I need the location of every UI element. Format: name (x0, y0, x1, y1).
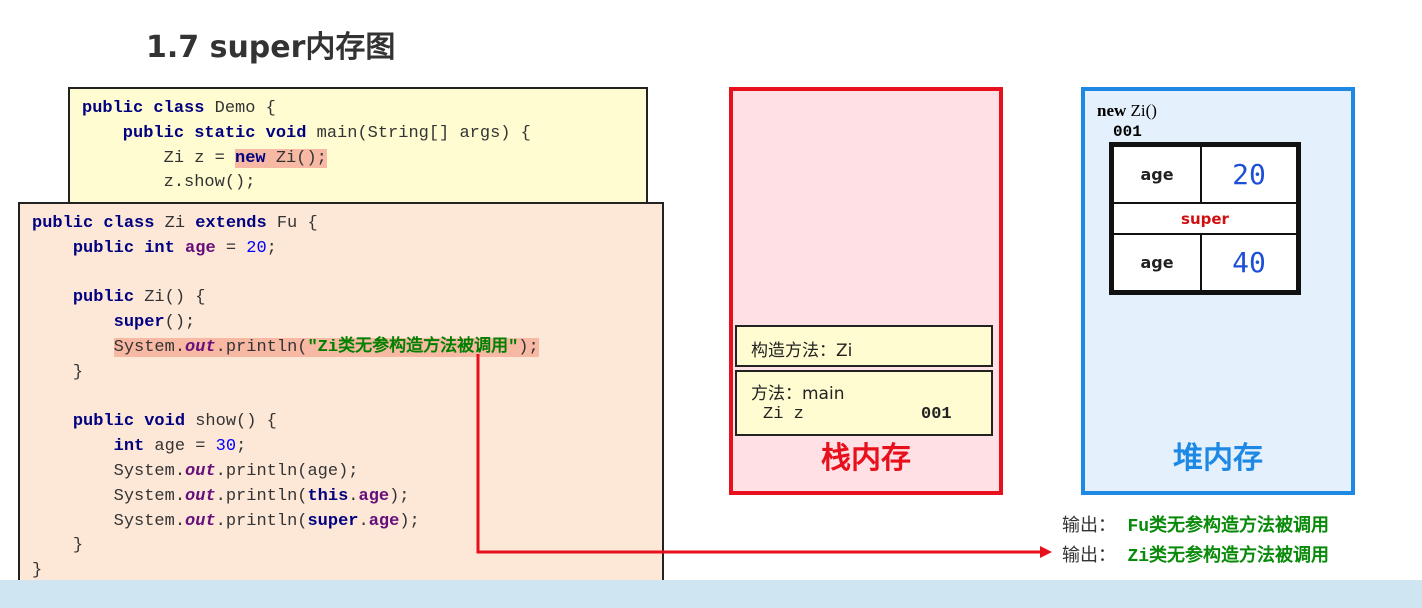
arrow-line (476, 354, 1040, 554)
arrow-head-icon (1040, 546, 1052, 558)
decorative-wave (0, 580, 1422, 608)
output-line-2: 输出： Zi类无参构造方法被调用 (1062, 545, 1330, 567)
output-line-1: 输出： Fu类无参构造方法被调用 (1062, 515, 1330, 537)
